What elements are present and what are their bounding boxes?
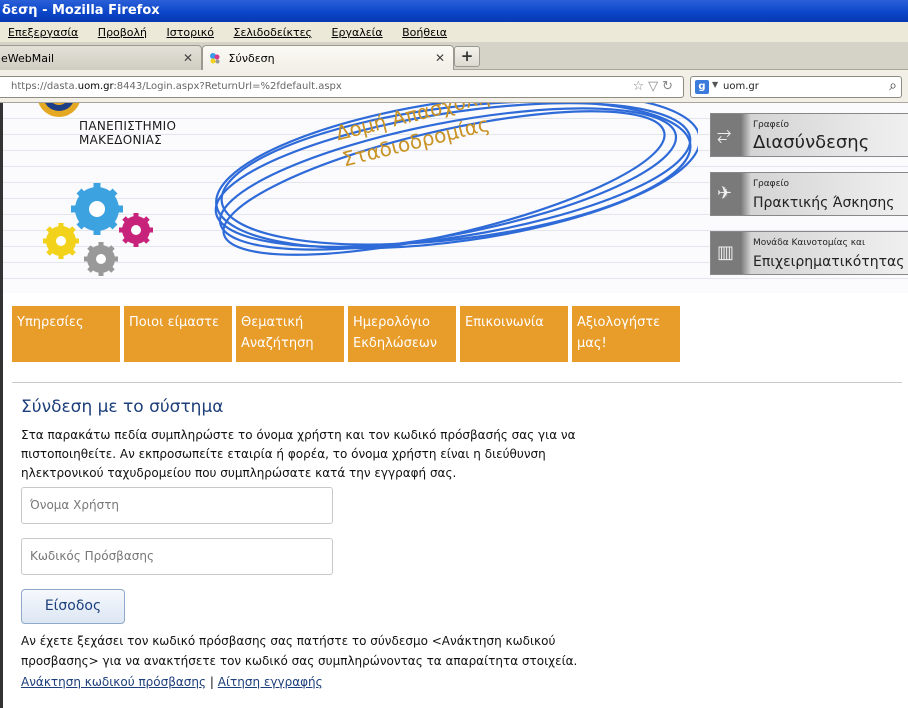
nav-label: Ημερολόγιο xyxy=(353,315,430,330)
url-rest: :8443/Login.aspx?ReturnUrl=%2fdefault.as… xyxy=(113,81,342,92)
login-title: Σύνδεση με το σύστημα xyxy=(21,397,224,417)
new-tab-button[interactable]: + xyxy=(454,46,480,67)
menu-tools[interactable]: Εργαλεία xyxy=(332,26,383,39)
plane-icon: ✈ xyxy=(717,183,733,204)
nav-label: Αναζήτηση xyxy=(241,336,314,351)
window-title-bar: δεση - Mozilla Firefox xyxy=(0,0,908,22)
nav-label: Θεματική xyxy=(241,315,304,330)
arrow-icon: ⥂ xyxy=(717,124,732,145)
menu-history[interactable]: Ιστορικό xyxy=(167,26,215,39)
search-icon[interactable]: ⌕ xyxy=(889,78,897,94)
menu-view[interactable]: Προβολή xyxy=(98,26,147,39)
url-prefix: https://dasta. xyxy=(11,81,78,92)
nav-about[interactable]: Ποιοι είμαστε xyxy=(124,306,232,362)
university-name: ΠΑΝΕΠΙΣΤΗΜΙΟ ΜΑΚΕΔΟΝΙΑΣ xyxy=(79,119,176,147)
favicon-icon xyxy=(209,52,221,64)
nav-label: Ποιοι είμαστε xyxy=(129,315,219,330)
nav-thematic-search[interactable]: Θεματική Αναζήτηση xyxy=(236,306,344,362)
side-link-small: Γραφείο xyxy=(753,120,790,130)
tab-label: Σύνδεση xyxy=(228,52,275,65)
login-description: Στα παρακάτω πεδία συμπληρώστε το όνομα … xyxy=(21,428,576,480)
register-link[interactable]: Αίτηση εγγραφής xyxy=(218,675,323,689)
nav-label: Εκδηλώσεων xyxy=(353,336,438,351)
bars-icon: ▥ xyxy=(717,242,735,263)
internship-office-button[interactable]: ✈ Γραφείο Πρακτικής Άσκησης xyxy=(710,172,908,216)
engine-dropdown-icon[interactable]: ▼ xyxy=(712,80,718,89)
tab-login[interactable]: Σύνδεση ✕ xyxy=(202,45,454,71)
nav-label: μας! xyxy=(577,336,607,351)
nav-events-calendar[interactable]: Ημερολόγιο Εκδηλώσεων xyxy=(348,306,456,362)
window-title: δεση - Mozilla Firefox xyxy=(2,3,160,18)
navigation-bar: https://dasta.uom.gr:8443/Login.aspx?Ret… xyxy=(0,70,908,103)
forgot-password-text: Αν έχετε ξεχάσει τον κωδικό πρόσβασης σα… xyxy=(21,634,578,668)
side-link-small: Μονάδα Καινοτομίας και xyxy=(753,238,865,248)
gears-icon xyxy=(43,183,153,276)
password-placeholder: Κωδικός Πρόσβασης xyxy=(30,549,155,563)
history-dropdown-icon[interactable]: ▽ xyxy=(648,79,662,94)
side-link-big: Πρακτικής Άσκησης xyxy=(753,195,895,211)
username-placeholder: Όνομα Χρήστη xyxy=(30,498,120,512)
side-link-big: Επιχειρηματικότητας xyxy=(753,254,905,270)
menu-help[interactable]: Βοήθεια xyxy=(402,26,447,39)
liaison-office-button[interactable]: ⥂ Γραφείο Διασύνδεσης xyxy=(710,113,908,157)
side-link-big: Διασύνδεσης xyxy=(753,132,870,153)
side-link-small: Γραφείο xyxy=(753,179,790,189)
close-icon[interactable]: ✕ xyxy=(435,51,445,65)
divider xyxy=(12,382,902,383)
university-name-line: ΜΑΚΕΔΟΝΙΑΣ xyxy=(79,133,162,147)
nav-label: Επικοινωνία xyxy=(465,315,544,330)
account-links: Ανάκτηση κωδικού πρόσβασης | Αίτηση εγγρ… xyxy=(21,675,323,689)
username-field[interactable]: Όνομα Χρήστη xyxy=(21,487,333,524)
tab-ewebmail[interactable]: eWebMail ✕ xyxy=(0,45,202,70)
menu-bookmarks[interactable]: Σελιδοδείκτες xyxy=(234,26,313,39)
search-value: uom.gr xyxy=(723,81,759,92)
link-separator: | xyxy=(209,675,214,689)
menu-bar: Επεξεργασία Προβολή Ιστορικό Σελιδοδείκτ… xyxy=(0,22,908,42)
nav-contact[interactable]: Επικοινωνία xyxy=(460,306,568,362)
google-icon[interactable]: g xyxy=(695,80,709,94)
tab-label: eWebMail xyxy=(1,52,55,65)
nav-rate-us[interactable]: Αξιολογήστε μας! xyxy=(572,306,680,362)
university-name-line: ΠΑΝΕΠΙΣΤΗΜΙΟ xyxy=(79,119,177,133)
search-bar[interactable]: g ▼ uom.gr ⌕ xyxy=(690,76,902,98)
menu-edit[interactable]: Επεξεργασία xyxy=(8,26,78,39)
password-field[interactable]: Κωδικός Πρόσβασης xyxy=(21,538,333,575)
url-domain: uom.gr xyxy=(77,81,114,92)
nav-label: Υπηρεσίες xyxy=(17,315,84,330)
university-seal-icon xyxy=(38,103,80,117)
recover-password-link[interactable]: Ανάκτηση κωδικού πρόσβασης xyxy=(21,675,206,689)
reload-icon[interactable]: ↻ xyxy=(662,79,677,94)
close-icon[interactable]: ✕ xyxy=(183,51,193,65)
nav-label: Αξιολογήστε xyxy=(577,315,661,330)
nav-services[interactable]: Υπηρεσίες xyxy=(12,306,120,362)
bookmark-star-icon[interactable]: ☆ xyxy=(632,79,648,94)
page-content: ΠΑΝΕΠΙΣΤΗΜΙΟ ΜΑΚΕΔΟΝΙΑΣ Δομή Απασχόλησης… xyxy=(0,103,908,708)
login-button[interactable]: Είσοδος xyxy=(21,589,125,624)
header-banner: ΠΑΝΕΠΙΣΤΗΜΙΟ ΜΑΚΕΔΟΝΙΑΣ Δομή Απασχόλησης… xyxy=(3,103,908,293)
innovation-unit-button[interactable]: ▥ Μονάδα Καινοτομίας και Επιχειρηματικότ… xyxy=(710,231,908,275)
url-bar[interactable]: https://dasta.uom.gr:8443/Login.aspx?Ret… xyxy=(0,76,684,98)
